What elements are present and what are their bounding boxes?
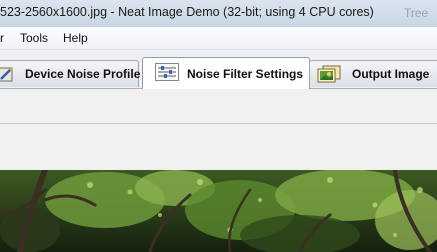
background-window-text: Tree <box>404 6 429 20</box>
photos-icon <box>316 65 342 88</box>
menu-bar: r Tools Help <box>0 27 437 50</box>
tab-output-image-label: Output Image <box>352 67 430 81</box>
tab-noise-filter-settings[interactable]: Noise Filter Settings <box>142 57 310 90</box>
settings-panel-lower <box>0 124 437 170</box>
menu-item-help[interactable]: Help <box>63 31 88 45</box>
title-bar: 523-2560x1600.jpg - Neat Image Demo (32-… <box>0 0 437 27</box>
forest-photo <box>0 170 437 252</box>
sliders-icon <box>155 63 179 86</box>
settings-panel <box>0 89 437 123</box>
image-preview[interactable] <box>0 170 437 252</box>
window-title: 523-2560x1600.jpg - Neat Image Demo (32-… <box>0 5 374 19</box>
tab-output-image[interactable]: Output Image <box>309 60 437 87</box>
menu-item-tools[interactable]: Tools <box>20 31 48 45</box>
menu-item-partial[interactable]: r <box>0 31 4 45</box>
tab-noise-filter-settings-label: Noise Filter Settings <box>187 67 304 81</box>
tab-device-noise-profile-label: Device Noise Profile <box>25 67 141 81</box>
device-profile-icon <box>0 65 14 88</box>
tab-device-noise-profile[interactable]: Device Noise Profile <box>0 60 141 88</box>
